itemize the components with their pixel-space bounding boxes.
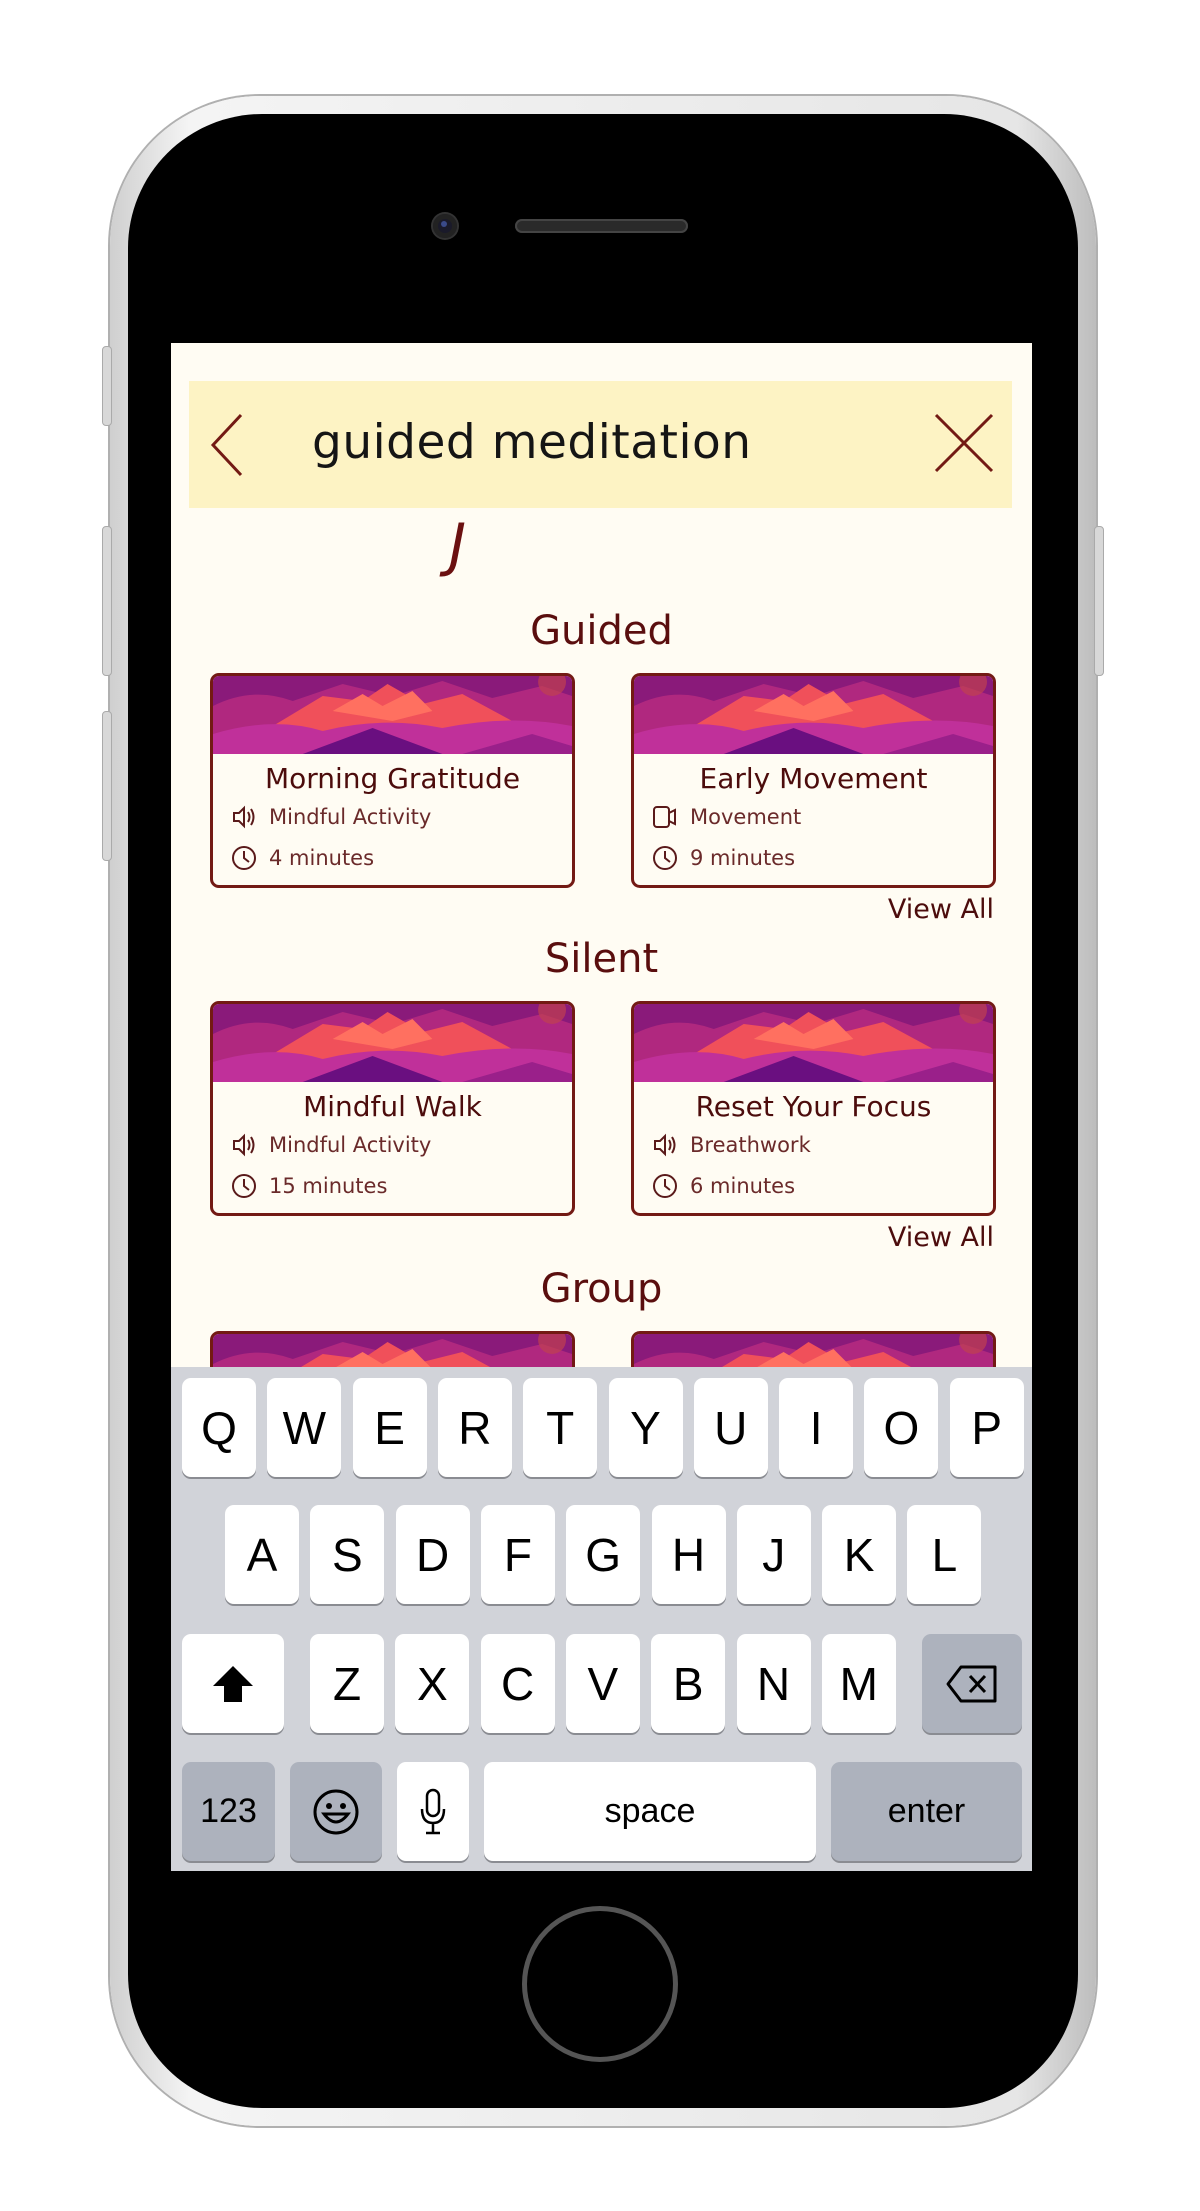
- home-button[interactable]: [522, 1906, 678, 2062]
- card-artwork: [213, 1004, 572, 1082]
- key-i[interactable]: I: [779, 1378, 854, 1477]
- card-title: Mindful Walk: [303, 1090, 482, 1123]
- key-a[interactable]: A: [225, 1505, 299, 1604]
- card-duration: 9 minutes: [690, 846, 796, 870]
- card-artwork: [213, 676, 572, 754]
- card-title: Morning Gratitude: [264, 762, 521, 795]
- front-camera: [433, 214, 457, 238]
- view-all-link[interactable]: View All: [888, 1222, 994, 1253]
- close-icon[interactable]: [932, 411, 996, 475]
- key-t[interactable]: T: [523, 1378, 598, 1477]
- emoji-icon: [313, 1789, 359, 1834]
- key-v[interactable]: V: [565, 1634, 640, 1733]
- volume-down-button: [102, 711, 112, 861]
- key-y[interactable]: Y: [608, 1378, 683, 1477]
- mute-switch: [102, 346, 112, 426]
- card-type: Mindful Activity: [269, 1133, 432, 1157]
- space-key[interactable]: space: [484, 1762, 816, 1861]
- key-m[interactable]: M: [821, 1634, 896, 1733]
- activity-card[interactable]: Morning Gratitude Mindful Activity 4 min…: [210, 673, 575, 888]
- key-z[interactable]: Z: [310, 1634, 384, 1733]
- section-heading-silent: Silent: [544, 936, 659, 982]
- section-heading-group: Group: [540, 1266, 663, 1312]
- search-input[interactable]: guided meditation: [312, 415, 752, 470]
- backspace-icon: [946, 1665, 997, 1702]
- key-q[interactable]: Q: [182, 1378, 256, 1477]
- key-o[interactable]: O: [864, 1378, 939, 1477]
- key-h[interactable]: H: [651, 1505, 726, 1604]
- key-w[interactable]: W: [267, 1378, 342, 1477]
- view-all-link[interactable]: View All: [888, 894, 994, 925]
- power-button: [1094, 526, 1104, 676]
- key-c[interactable]: C: [480, 1634, 555, 1733]
- key-g[interactable]: G: [566, 1505, 641, 1604]
- search-bar: guided meditation: [189, 381, 1012, 508]
- speaker-icon: [233, 805, 255, 829]
- speaker-icon: [654, 1133, 676, 1157]
- earpiece-speaker: [515, 219, 688, 233]
- key-e[interactable]: E: [352, 1378, 427, 1477]
- activity-card[interactable]: Mindful Walk Mindful Activity 15 minutes: [210, 1001, 575, 1216]
- card-duration: 15 minutes: [269, 1174, 388, 1198]
- card-title: Reset Your Focus: [695, 1090, 932, 1123]
- microphone-icon: [420, 1788, 446, 1834]
- key-x[interactable]: X: [395, 1634, 470, 1733]
- key-r[interactable]: R: [437, 1378, 512, 1477]
- card-artwork: [634, 676, 993, 754]
- shift-key[interactable]: [182, 1634, 284, 1733]
- key-p[interactable]: P: [949, 1378, 1024, 1477]
- section-heading-guided: Guided: [530, 608, 673, 654]
- key-j[interactable]: J: [736, 1505, 811, 1604]
- clock-icon: [232, 846, 256, 870]
- card-title: Early Movement: [699, 762, 928, 795]
- video-camera-icon: [653, 806, 676, 828]
- speaker-icon: [233, 1133, 255, 1157]
- key-d[interactable]: D: [395, 1505, 470, 1604]
- numbers-key[interactable]: 123: [182, 1762, 275, 1861]
- clock-icon: [232, 1174, 256, 1198]
- card-artwork: [634, 1004, 993, 1082]
- card-type: Mindful Activity: [269, 805, 432, 829]
- shift-arrow-icon: [213, 1665, 253, 1702]
- card-type: Breathwork: [690, 1133, 811, 1157]
- enter-key[interactable]: enter: [831, 1762, 1022, 1861]
- activity-card[interactable]: Early Movement Movement 9 minutes: [631, 673, 996, 888]
- dictation-key[interactable]: [397, 1762, 469, 1861]
- key-u[interactable]: U: [693, 1378, 768, 1477]
- key-k[interactable]: K: [822, 1505, 897, 1604]
- stray-glyph: J: [449, 511, 467, 579]
- key-s[interactable]: S: [310, 1505, 385, 1604]
- card-duration: 4 minutes: [269, 846, 375, 870]
- backspace-key[interactable]: [922, 1634, 1022, 1733]
- chevron-left-icon[interactable]: [207, 411, 247, 479]
- activity-card[interactable]: Reset Your Focus Breathwork 6 minutes: [631, 1001, 996, 1216]
- emoji-key[interactable]: [290, 1762, 382, 1861]
- key-n[interactable]: N: [736, 1634, 811, 1733]
- key-f[interactable]: F: [480, 1505, 555, 1604]
- key-l[interactable]: L: [907, 1505, 982, 1604]
- key-b[interactable]: B: [651, 1634, 726, 1733]
- clock-icon: [653, 846, 677, 870]
- card-duration: 6 minutes: [690, 1174, 796, 1198]
- card-type: Movement: [690, 805, 802, 829]
- keyboard: Q W E R T Y U I O P A S D F G H J K L Z X C V B N M 123 space enter: [171, 1367, 1032, 1871]
- volume-up-button: [102, 526, 112, 676]
- clock-icon: [653, 1174, 677, 1198]
- app-screen: Guided Morning Gratitude Mindful Activit…: [171, 343, 1032, 1871]
